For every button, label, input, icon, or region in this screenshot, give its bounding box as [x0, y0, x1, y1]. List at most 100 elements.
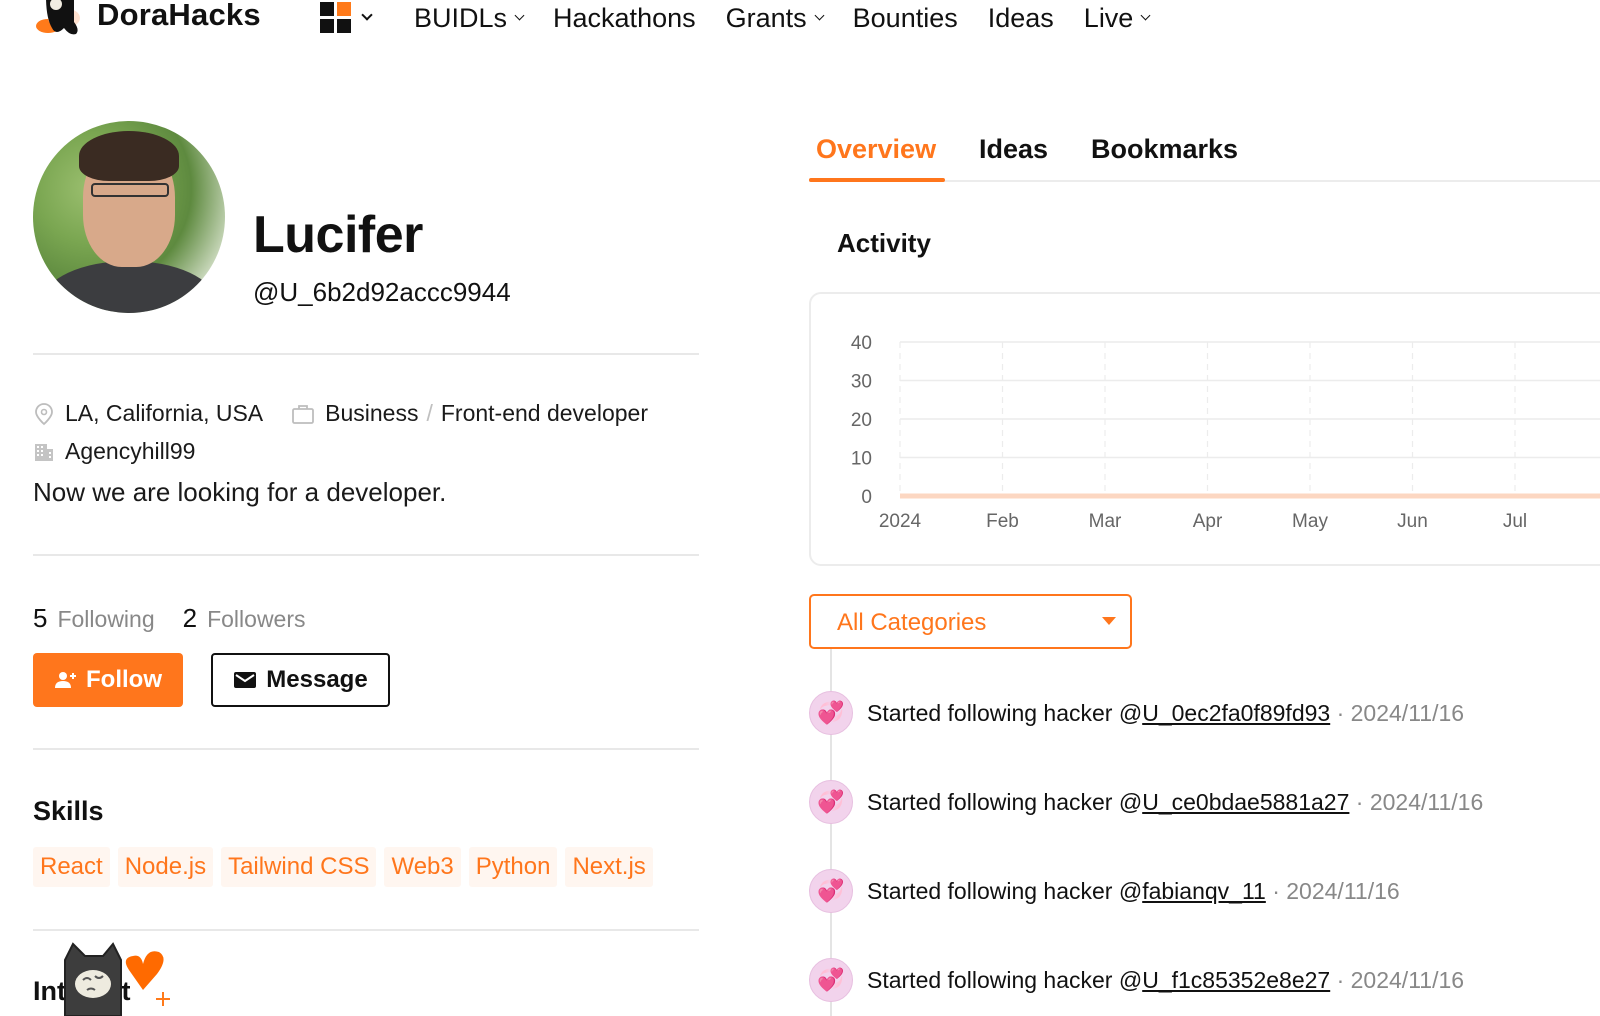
brand-logo[interactable]: DoraHacks: [34, 0, 261, 40]
nav-ideas-label: Ideas: [987, 3, 1054, 33]
hearts-icon: 💞: [809, 869, 853, 913]
x-tick-label: Apr: [1193, 511, 1223, 532]
profile-handle: @U_6b2d92accc9944: [253, 277, 511, 307]
grid-icon: [320, 2, 351, 33]
profile-meta-organization: Agencyhill99: [33, 438, 195, 465]
chevron-down-icon: [1140, 10, 1151, 20]
y-tick-label: 30: [851, 372, 872, 393]
message-button-label: Message: [266, 666, 368, 693]
hearts-icon: 💞: [809, 958, 853, 1002]
divider: [33, 353, 699, 355]
feed-date: · 2024/11/16: [1336, 966, 1465, 993]
mascot-cat-heart-icon: [64, 942, 170, 1016]
skill-tag: Node.js: [117, 847, 214, 887]
hearts-icon: 💞: [809, 691, 853, 735]
main-nav: BUIDLs Hackathons Grants Bounties Ideas …: [414, 2, 1179, 34]
nav-live[interactable]: Live: [1083, 2, 1151, 34]
profile-organization: Agencyhill99: [65, 438, 196, 464]
x-tick-label: Feb: [986, 511, 1019, 532]
skills-list: React Node.js Tailwind CSS Web3 Python N…: [33, 847, 661, 887]
feed-text: Started following hacker @U_f1c85352e8e2…: [867, 967, 1464, 994]
follow-button[interactable]: Follow: [33, 653, 183, 707]
feed-text: Started following hacker @U_ce0bdae5881a…: [867, 789, 1483, 816]
envelope-icon: [234, 672, 257, 688]
profile-tabs: Overview Ideas Bookmarks: [809, 122, 1600, 182]
avatar: [33, 121, 225, 313]
location-pin-icon: [35, 402, 53, 425]
skill-tag: Web3: [384, 847, 461, 887]
x-tick-label: Mar: [1089, 511, 1122, 532]
followers-count: 2: [182, 603, 198, 633]
divider: [33, 748, 699, 750]
chevron-down-icon: [514, 10, 525, 20]
follow-stats: 5 Following 2 Followers: [33, 603, 334, 634]
category-filter-select[interactable]: All Categories: [809, 594, 1132, 649]
role-separator: /: [426, 400, 433, 426]
hearts-icon: 💞: [809, 780, 853, 824]
activity-feed-item: 💞 Started following hacker @U_f1c85352e8…: [809, 958, 1464, 1002]
profile-name: Lucifer: [253, 206, 423, 264]
followers-link[interactable]: Followers: [207, 606, 305, 633]
nav-hackathons[interactable]: Hackathons: [553, 2, 696, 34]
nav-buidls-label: BUIDLs: [414, 3, 508, 33]
message-button[interactable]: Message: [211, 653, 390, 707]
nav-grants[interactable]: Grants: [725, 2, 825, 34]
following-link[interactable]: Following: [57, 606, 154, 633]
x-tick-label: Jun: [1397, 511, 1428, 532]
caret-down-icon: [1102, 617, 1116, 625]
divider: [33, 554, 699, 556]
activity-feed-item: 💞 Started following hacker @U_ce0bdae588…: [809, 780, 1483, 824]
y-tick-label: 20: [851, 410, 872, 431]
activity-feed-item: 💞 Started following hacker @U_0ec2fa0f89…: [809, 691, 1464, 735]
hacker-link[interactable]: U_0ec2fa0f89fd93: [1142, 700, 1330, 726]
feed-text: Started following hacker @fabianqv_11 · …: [867, 878, 1400, 905]
tab-ideas[interactable]: Ideas: [979, 134, 1048, 165]
profile-location: LA, California, USA: [65, 400, 264, 426]
category-filter-value: All Categories: [837, 609, 987, 636]
nav-grants-label: Grants: [725, 3, 807, 33]
skill-tag: React: [33, 847, 110, 887]
x-tick-label: 2024: [879, 511, 922, 532]
nav-ideas[interactable]: Ideas: [988, 2, 1054, 34]
feed-prefix: Started following hacker @: [867, 877, 1143, 904]
hacker-link[interactable]: fabianqv_11: [1142, 878, 1266, 904]
active-tab-indicator: [809, 178, 945, 182]
profile-role-category: Business: [325, 400, 419, 426]
skill-tag: Python: [468, 847, 558, 887]
x-tick-label: May: [1292, 511, 1328, 532]
feed-prefix: Started following hacker @: [867, 788, 1143, 815]
activity-chart: 0 10 20 30 40 2024 Feb Mar Apr May Jun Jul: [851, 333, 1600, 532]
nav-bounties[interactable]: Bounties: [853, 2, 958, 34]
feed-date: · 2024/11/16: [1355, 788, 1484, 815]
profile-bio: Now we are looking for a developer.: [33, 477, 447, 507]
feed-text: Started following hacker @U_0ec2fa0f89fd…: [867, 700, 1464, 727]
profile-role-title: Front-end developer: [440, 400, 648, 426]
nav-live-label: Live: [1083, 3, 1134, 33]
building-icon: [35, 443, 53, 461]
activity-feed-item: 💞 Started following hacker @fabianqv_11 …: [809, 869, 1400, 913]
feed-prefix: Started following hacker @: [867, 699, 1143, 726]
feed-prefix: Started following hacker @: [867, 966, 1143, 993]
feed-date: · 2024/11/16: [1336, 699, 1465, 726]
apps-menu[interactable]: [320, 2, 373, 33]
nav-bounties-label: Bounties: [852, 3, 958, 33]
chevron-down-icon: [814, 10, 825, 20]
following-count: 5: [33, 603, 48, 633]
y-tick-label: 40: [851, 333, 872, 354]
nav-buidls[interactable]: BUIDLs: [414, 2, 525, 34]
divider: [33, 929, 699, 931]
y-tick-label: 0: [861, 487, 872, 508]
y-tick-label: 10: [851, 449, 872, 470]
dorahacks-cat-logo-icon: [36, 0, 80, 35]
add-user-icon: [55, 672, 76, 688]
briefcase-icon: [292, 404, 315, 424]
hacker-link[interactable]: U_f1c85352e8e27: [1142, 967, 1330, 993]
hacker-link[interactable]: U_ce0bdae5881a27: [1142, 789, 1349, 815]
tab-overview[interactable]: Overview: [816, 134, 936, 165]
tab-bookmarks[interactable]: Bookmarks: [1091, 134, 1238, 165]
skill-tag: Next.js: [565, 847, 653, 887]
top-navigation: DoraHacks BUIDLs Hackathons Grants Bount…: [0, 0, 1600, 40]
skills-heading: Skills: [33, 796, 104, 826]
feed-date: · 2024/11/16: [1272, 877, 1400, 904]
brand-name: DoraHacks: [97, 0, 261, 32]
